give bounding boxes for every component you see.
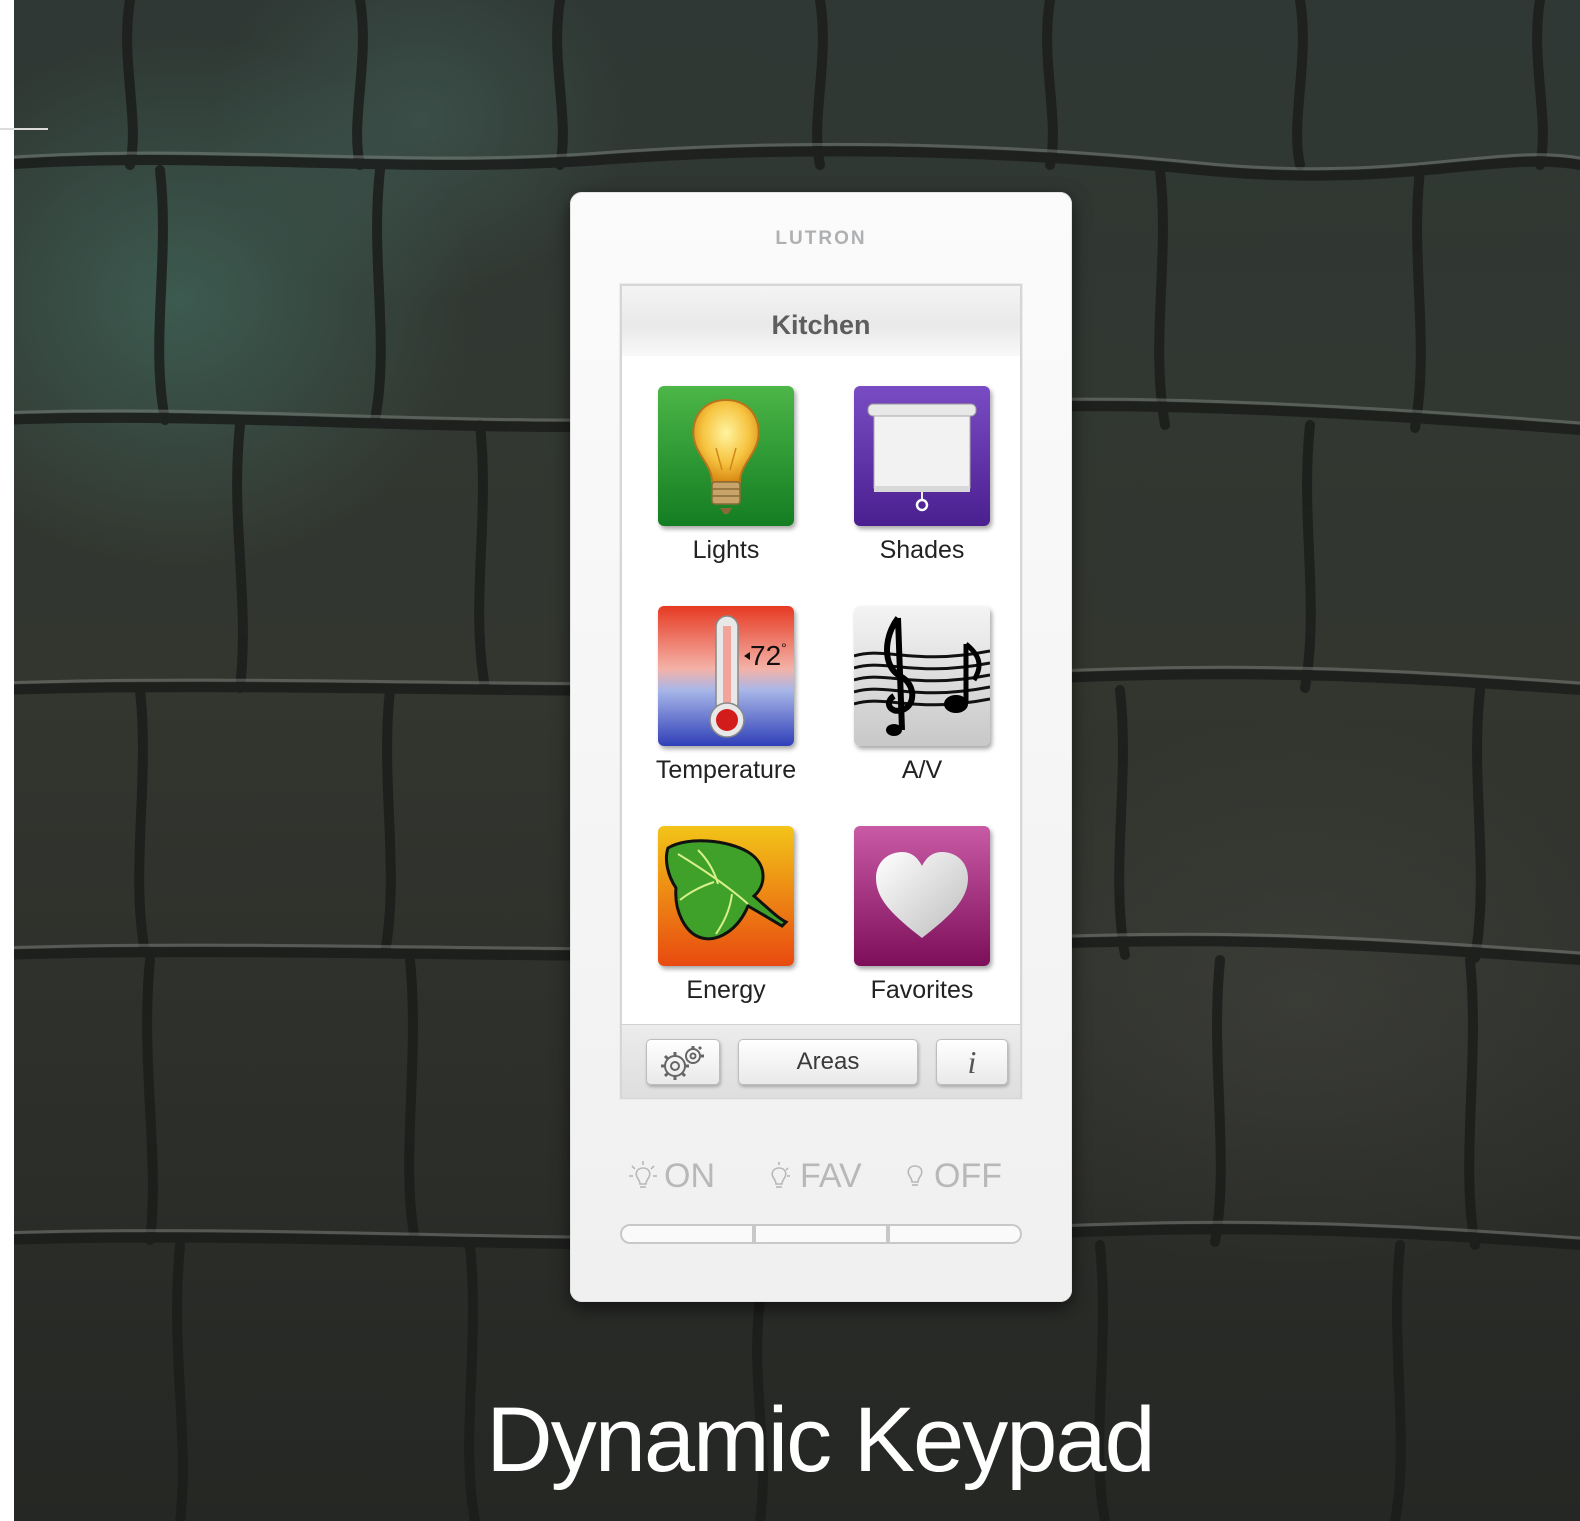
- hardware-off-label: OFF: [902, 1157, 1002, 1196]
- tile-label: Lights: [692, 536, 760, 564]
- tile-lights[interactable]: Lights: [636, 386, 816, 586]
- tile-label: Shades: [879, 536, 965, 564]
- gears-icon: [661, 1045, 704, 1080]
- left-white-strip: [0, 0, 14, 1521]
- hardware-fav-label: FAV: [764, 1157, 862, 1196]
- off-button[interactable]: [888, 1224, 1022, 1244]
- leaf-icon: [658, 826, 794, 966]
- temperature-reading: 72°: [750, 640, 787, 671]
- thermometer-icon: 72°: [658, 606, 794, 746]
- hardware-fav-text: FAV: [800, 1157, 862, 1195]
- light-off-icon: [907, 1164, 923, 1186]
- tile-favorites[interactable]: Favorites: [832, 826, 1012, 1026]
- tile-label: Favorites: [870, 976, 974, 1004]
- hardware-button-labels: ON FAV OFF: [620, 1157, 1022, 1201]
- tile-label: Temperature: [655, 756, 797, 784]
- info-button[interactable]: i: [936, 1039, 1008, 1085]
- tile-label: A/V: [901, 756, 943, 784]
- music-notes-icon: [854, 606, 990, 746]
- tile-shades[interactable]: Shades: [832, 386, 1012, 586]
- hardware-on-label: ON: [628, 1157, 715, 1196]
- tile-temperature[interactable]: 72° Temperature: [636, 606, 816, 806]
- keypad-device: LUTRON Kitchen Lights Shades 72° Tempera…: [570, 192, 1072, 1302]
- light-on-icon: [629, 1160, 657, 1188]
- tile-av[interactable]: A/V: [832, 606, 1012, 806]
- left-strip-line: [0, 128, 48, 130]
- hardware-button-bar: [620, 1224, 1022, 1244]
- hardware-on-text: ON: [664, 1157, 715, 1195]
- shade-icon: [854, 386, 990, 526]
- fav-button[interactable]: [754, 1224, 888, 1244]
- areas-button[interactable]: Areas: [738, 1039, 918, 1085]
- tile-energy[interactable]: Energy: [636, 826, 816, 1026]
- light-bulb-icon: [658, 386, 794, 526]
- on-button[interactable]: [620, 1224, 754, 1244]
- caption-title: Dynamic Keypad: [486, 1389, 1155, 1491]
- screen-toolbar: Areas i: [622, 1024, 1020, 1098]
- touch-screen: Kitchen Lights Shades 72° Temperature A/…: [620, 284, 1022, 1099]
- screen-header: Kitchen: [622, 286, 1020, 356]
- hardware-off-text: OFF: [934, 1157, 1002, 1195]
- tile-label: Energy: [686, 976, 766, 1004]
- screen-title: Kitchen: [771, 310, 871, 340]
- heart-icon: [854, 826, 990, 966]
- light-fav-icon: [771, 1161, 790, 1188]
- brand-logo: LUTRON: [775, 228, 867, 249]
- settings-button[interactable]: [646, 1039, 720, 1085]
